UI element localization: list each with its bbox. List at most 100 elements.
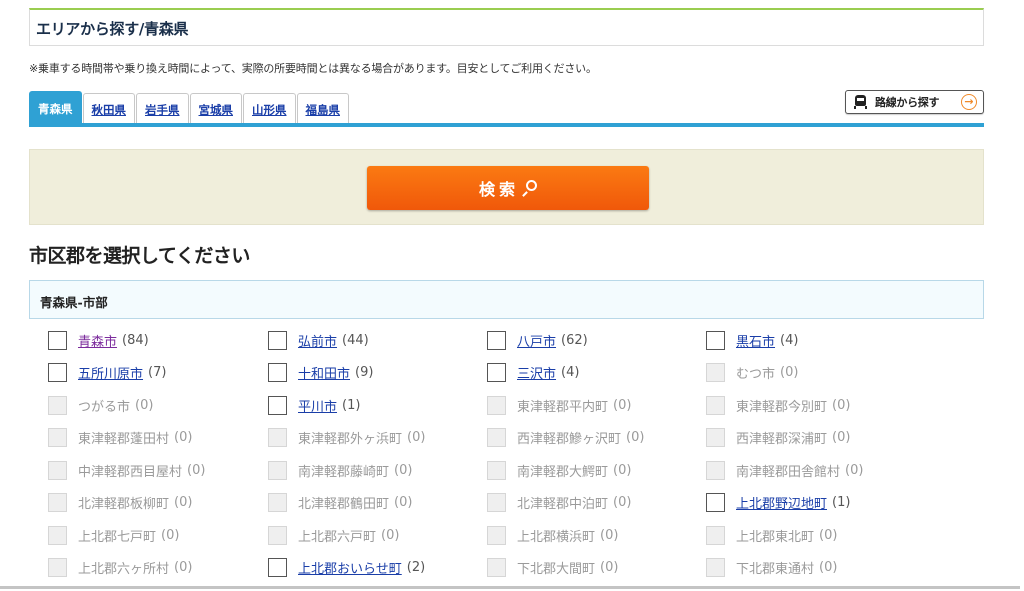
city-name: 上北郡東北町: [736, 529, 815, 545]
city-checkbox: [706, 558, 725, 577]
city-link[interactable]: 八戸市: [517, 331, 556, 350]
city-item: 北津軽郡板柳町 (0): [48, 491, 192, 515]
city-item: 北津軽郡鶴田町 (0): [268, 491, 412, 515]
city-link[interactable]: 上北郡野辺地町: [736, 493, 827, 512]
city-name: 北津軽郡板柳町: [78, 497, 170, 512]
city-count: (0): [381, 527, 400, 543]
city-name: 東津軽郡今別町: [736, 399, 828, 415]
city-checkbox[interactable]: [487, 330, 506, 350]
tab-miyagi[interactable]: 宮城県: [189, 93, 242, 126]
city-item: 南津軽郡大鰐町 (0): [487, 458, 631, 482]
city-group-header: 青森県-市部: [29, 280, 984, 319]
city-item: つがる市 (0): [48, 393, 153, 417]
city-item[interactable]: 三沢市 (4): [487, 361, 579, 385]
city-checkbox[interactable]: [706, 493, 725, 512]
city-item: 西津軽郡深浦町 (0): [706, 426, 850, 450]
city-checkbox: [48, 460, 67, 480]
city-name: 北津軽郡中泊町: [517, 497, 609, 512]
city-name: 西津軽郡深浦町: [736, 432, 828, 447]
city-item[interactable]: 黒石市 (4): [706, 328, 798, 352]
city-count: (0): [845, 462, 864, 478]
tab-akita[interactable]: 秋田県: [82, 93, 135, 126]
city-name: むつ市: [736, 367, 776, 382]
city-link[interactable]: 五所川原市: [78, 363, 143, 382]
city-group-title: 青森県-市部: [40, 295, 108, 310]
city-checkbox: [48, 493, 67, 512]
city-checkbox[interactable]: [268, 558, 287, 577]
travel-time-notice: ※乗車する時間帯や乗り換え時間によって、実際の所要時間とは異なる場合があります。…: [29, 62, 597, 75]
city-checkbox[interactable]: [268, 330, 287, 350]
city-count: (0): [613, 462, 632, 478]
tab-aomori[interactable]: 青森県: [29, 91, 82, 126]
city-count: (0): [407, 430, 426, 445]
city-checkbox: [487, 428, 506, 447]
city-checkbox[interactable]: [48, 330, 67, 350]
city-checkbox: [268, 493, 287, 512]
tab-underline: [29, 123, 984, 127]
city-checkbox: [48, 428, 67, 447]
city-count: (84): [122, 332, 149, 348]
city-checkbox[interactable]: [268, 363, 287, 382]
city-item[interactable]: 十和田市 (9): [268, 361, 373, 385]
city-count: (1): [342, 397, 361, 413]
city-name: 上北郡七戸町: [78, 529, 157, 545]
tab-fukushima[interactable]: 福島県: [296, 93, 349, 126]
city-name: 中津軽郡西目屋村: [78, 464, 183, 480]
city-item: 上北郡六ヶ所村 (0): [48, 556, 192, 580]
area-search-header: エリアから探す/青森県: [29, 8, 984, 46]
city-name: 東津軽郡外ヶ浜町: [298, 432, 403, 447]
city-count: (0): [613, 397, 632, 413]
arrow-right-circle-icon: →: [961, 94, 977, 110]
city-name: 上北郡六戸町: [298, 529, 377, 545]
tab-yamagata[interactable]: 山形県: [243, 93, 296, 126]
city-count: (0): [135, 397, 154, 413]
city-name: 南津軽郡大鰐町: [517, 464, 609, 480]
city-checkbox[interactable]: [487, 363, 506, 382]
city-link[interactable]: 青森市: [78, 331, 117, 350]
search-by-route-button[interactable]: 路線から探す →: [845, 90, 984, 114]
city-item: 下北郡東通村 (0): [706, 556, 837, 580]
city-checkbox: [706, 395, 725, 415]
tab-iwate[interactable]: 岩手県: [136, 93, 189, 126]
city-link[interactable]: 三沢市: [517, 363, 556, 382]
city-checkbox[interactable]: [706, 330, 725, 350]
city-item: 南津軽郡藤崎町 (0): [268, 458, 412, 482]
city-item: 下北郡大間町 (0): [487, 556, 618, 580]
city-link[interactable]: 上北郡おいらせ町: [298, 558, 402, 577]
search-button[interactable]: 検索: [367, 166, 649, 210]
city-link[interactable]: 黒石市: [736, 331, 775, 350]
city-item[interactable]: 上北郡おいらせ町 (2): [268, 556, 425, 580]
city-name: 東津軽郡蓬田村: [78, 432, 170, 447]
bottom-divider: [0, 586, 1020, 589]
city-checkbox: [48, 558, 67, 577]
city-name: 上北郡横浜町: [517, 529, 596, 545]
search-by-route-label: 路線から探す: [875, 96, 940, 109]
city-item: 西津軽郡鰺ヶ沢町 (0): [487, 426, 644, 450]
city-count: (0): [780, 365, 799, 380]
city-item[interactable]: 平川市 (1): [268, 393, 360, 417]
city-item[interactable]: 五所川原市 (7): [48, 361, 166, 385]
city-count: (0): [600, 560, 619, 575]
city-item: 北津軽郡中泊町 (0): [487, 491, 631, 515]
city-link[interactable]: 平川市: [298, 396, 337, 415]
city-name: つがる市: [78, 399, 131, 415]
city-checkbox: [706, 460, 725, 480]
city-count: (4): [780, 332, 799, 348]
city-count: (2): [406, 560, 426, 575]
city-item: 上北郡七戸町 (0): [48, 523, 179, 547]
city-name: 下北郡大間町: [517, 562, 596, 577]
city-item[interactable]: 八戸市 (62): [487, 328, 588, 352]
city-link[interactable]: 弘前市: [298, 331, 337, 350]
city-count: (0): [600, 527, 619, 543]
city-checkbox: [706, 428, 725, 447]
city-item[interactable]: 青森市 (84): [48, 328, 149, 352]
city-checkbox[interactable]: [48, 363, 67, 382]
city-checkbox[interactable]: [268, 395, 287, 415]
city-count: (0): [394, 495, 413, 510]
section-title: 市区郡を選択してください: [29, 245, 250, 267]
city-checkbox: [706, 525, 725, 545]
city-item[interactable]: 弘前市 (44): [268, 328, 369, 352]
city-link[interactable]: 十和田市: [298, 363, 350, 382]
city-count: (0): [832, 430, 851, 445]
city-item[interactable]: 上北郡野辺地町 (1): [706, 491, 850, 515]
